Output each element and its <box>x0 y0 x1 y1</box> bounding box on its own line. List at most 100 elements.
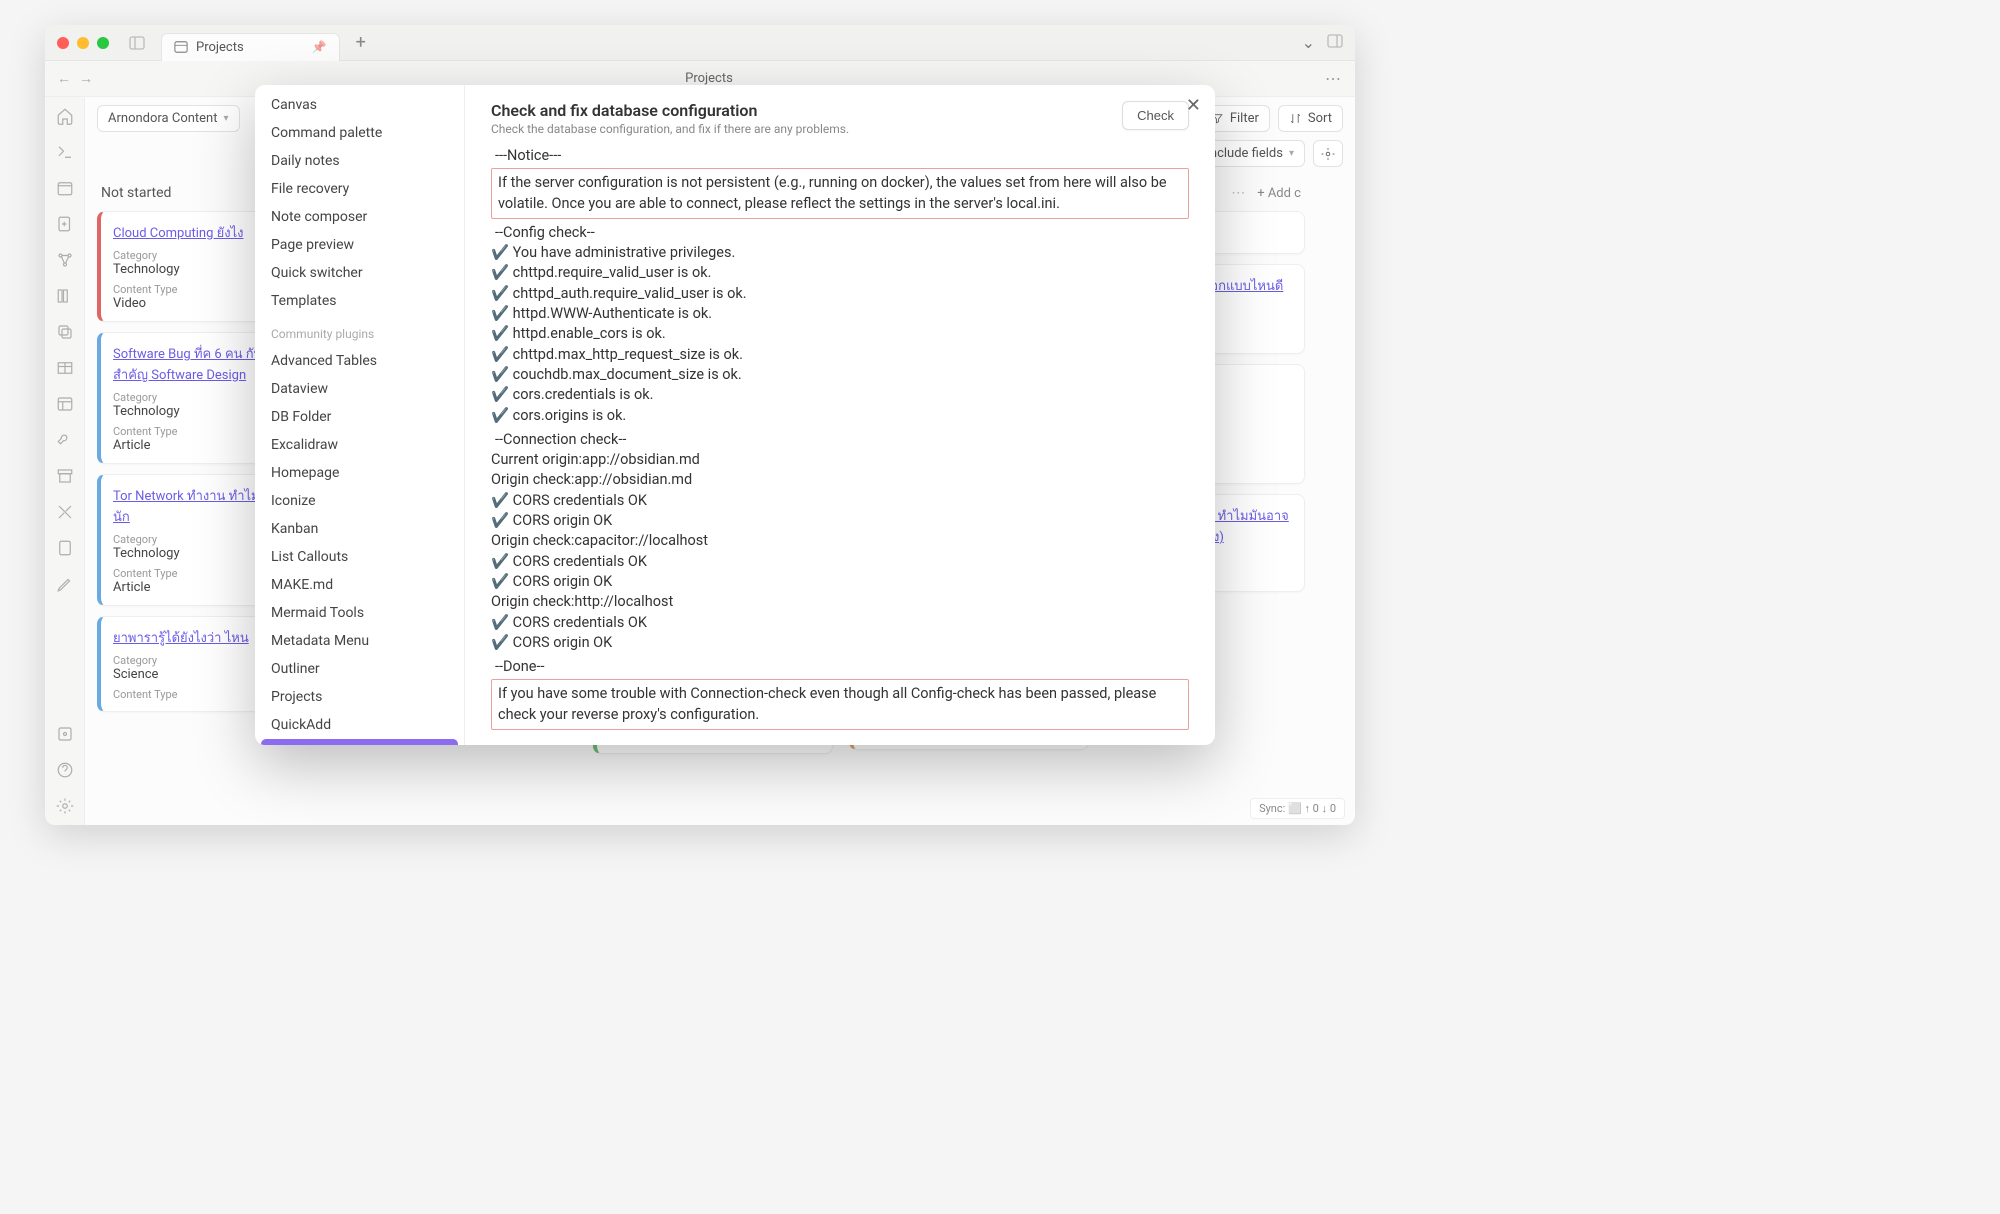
graph-icon[interactable] <box>56 251 74 269</box>
view-settings-button[interactable] <box>1313 140 1343 167</box>
log-line: ✔️ httpd.enable_cors is ok. <box>491 324 1189 344</box>
panel-toggle-icon[interactable] <box>1327 33 1343 52</box>
nav-arrows: ← → <box>57 70 93 87</box>
copy-icon[interactable] <box>56 323 74 341</box>
settings-nav-item[interactable]: Outliner <box>261 655 458 683</box>
log-line: Origin check:app://obsidian.md <box>491 470 1189 490</box>
community-plugins-header: Community plugins <box>261 315 458 347</box>
log-line: Current origin:app://obsidian.md <box>491 450 1189 470</box>
maximize-window-button[interactable] <box>97 37 109 49</box>
settings-nav-item[interactable]: Quick switcher <box>261 259 458 287</box>
check-button[interactable]: Check <box>1122 101 1189 130</box>
window-controls <box>57 37 109 49</box>
settings-sidebar: CanvasCommand paletteDaily notesFile rec… <box>255 85 465 745</box>
settings-nav-item[interactable]: Projects <box>261 683 458 711</box>
log-line: ✔️ CORS origin OK <box>491 572 1189 592</box>
settings-nav-item[interactable]: MAKE.md <box>261 571 458 599</box>
check-log: ---Notice--- If the server configuration… <box>491 146 1189 730</box>
settings-nav-item[interactable]: Advanced Tables <box>261 347 458 375</box>
settings-nav-item[interactable]: Excalidraw <box>261 431 458 459</box>
settings-nav-item[interactable]: File recovery <box>261 175 458 203</box>
log-line: ✔️ chttpd_auth.require_valid_user is ok. <box>491 284 1189 304</box>
log-line: ✔️ CORS credentials OK <box>491 491 1189 511</box>
label: Include fields <box>1206 146 1283 161</box>
add-column-button[interactable]: + Add c <box>1257 186 1301 201</box>
log-line: ✔️ cors.credentials is ok. <box>491 385 1189 405</box>
settings-nav-item[interactable]: Dataview <box>261 375 458 403</box>
calendar-icon[interactable] <box>56 179 74 197</box>
workspace-name: Arnondora Content <box>108 111 217 126</box>
table-icon[interactable] <box>56 359 74 377</box>
done-header: --Done-- <box>491 657 1189 677</box>
log-line: ✔️ httpd.WWW-Authenticate is ok. <box>491 304 1189 324</box>
log-line: ✔️ CORS origin OK <box>491 511 1189 531</box>
pin-icon[interactable]: 📌 <box>312 40 327 54</box>
settings-nav-item[interactable]: Templates <box>261 287 458 315</box>
settings-nav-item[interactable]: Daily notes <box>261 147 458 175</box>
settings-nav-item[interactable]: Page preview <box>261 231 458 259</box>
settings-nav-item[interactable]: Canvas <box>261 91 458 119</box>
sort-button[interactable]: Sort <box>1278 105 1343 132</box>
settings-nav-item[interactable]: Homepage <box>261 459 458 487</box>
titlebar: Projects 📌 + ⌄ <box>45 25 1355 61</box>
pen-icon[interactable] <box>56 575 74 593</box>
swords-icon[interactable] <box>56 503 74 521</box>
settings-nav-item[interactable]: Command palette <box>261 119 458 147</box>
nav-forward[interactable]: → <box>79 70 93 87</box>
nav-back[interactable]: ← <box>57 70 71 87</box>
archive-icon[interactable] <box>56 467 74 485</box>
settings-nav-item[interactable]: Iconize <box>261 487 458 515</box>
view-title: Projects <box>105 71 1313 86</box>
tab-projects[interactable]: Projects 📌 <box>161 33 340 61</box>
config-check-header: --Config check-- <box>491 223 1189 243</box>
log-line: ✔️ chttpd.require_valid_user is ok. <box>491 263 1189 283</box>
vault-icon[interactable] <box>56 725 74 743</box>
log-line: ✔️ couchdb.max_document_size is ok. <box>491 365 1189 385</box>
log-line: ✔️ chttpd.max_http_request_size is ok. <box>491 345 1189 365</box>
note-icon[interactable] <box>56 539 74 557</box>
chevron-down-icon: ▾ <box>223 113 228 124</box>
titlebar-right: ⌄ <box>1302 33 1343 52</box>
card-title[interactable]: ยาพารารู้ได้ยังไงว่า ไหน <box>113 631 249 646</box>
toolbar-right-2: Include fields ▾ <box>1195 140 1343 167</box>
done-note-box: If you have some trouble with Connection… <box>491 679 1189 730</box>
settings-nav-item[interactable]: Note composer <box>261 203 458 231</box>
settings-nav-item[interactable]: DB Folder <box>261 403 458 431</box>
settings-nav-item[interactable]: Self-hosted LiveSync <box>261 739 458 745</box>
settings-nav-item[interactable]: Kanban <box>261 515 458 543</box>
card-title[interactable]: Cloud Computing ยังไง <box>113 226 243 241</box>
column-menu[interactable]: ⋯ <box>1231 185 1245 201</box>
books-icon[interactable] <box>56 287 74 305</box>
settings-nav-item[interactable]: List Callouts <box>261 543 458 571</box>
settings-nav-item[interactable]: Mermaid Tools <box>261 599 458 627</box>
log-line: ✔️ CORS origin OK <box>491 633 1189 653</box>
notice-header: ---Notice--- <box>491 146 1189 166</box>
status-bar: Sync: ⬜ ↑ 0 ↓ 0 <box>1250 798 1345 819</box>
settings-nav-item[interactable]: QuickAdd <box>261 711 458 739</box>
plus-file-icon[interactable] <box>56 215 74 233</box>
setting-subtitle: Check the database configuration, and fi… <box>491 122 849 136</box>
chevron-down-icon: ▾ <box>1289 148 1294 159</box>
log-line: Origin check:capacitor://localhost <box>491 531 1189 551</box>
close-icon[interactable]: ✕ <box>1186 95 1201 116</box>
minimize-window-button[interactable] <box>77 37 89 49</box>
settings-nav-item[interactable]: Metadata Menu <box>261 627 458 655</box>
gear-icon[interactable] <box>56 797 74 815</box>
chevron-down-icon[interactable]: ⌄ <box>1302 33 1315 52</box>
column-title: Not started <box>101 185 171 201</box>
workspace-selector[interactable]: Arnondora Content ▾ <box>97 105 240 132</box>
home-icon[interactable] <box>56 107 74 125</box>
view-menu[interactable]: ⋯ <box>1325 69 1343 88</box>
connection-check-header: --Connection check-- <box>491 430 1189 450</box>
notice-box: If the server configuration is not persi… <box>491 168 1189 219</box>
sidebar-toggle-icon[interactable] <box>129 35 145 51</box>
terminal-icon[interactable] <box>56 143 74 161</box>
sync-status: Sync: ⬜ ↑ 0 ↓ 0 <box>1259 802 1336 815</box>
log-line: ✔️ CORS credentials OK <box>491 613 1189 633</box>
new-tab-button[interactable]: + <box>356 32 366 53</box>
layout-icon[interactable] <box>56 395 74 413</box>
close-window-button[interactable] <box>57 37 69 49</box>
log-line: Origin check:http://localhost <box>491 592 1189 612</box>
help-icon[interactable] <box>56 761 74 779</box>
tools-icon[interactable] <box>56 431 74 449</box>
